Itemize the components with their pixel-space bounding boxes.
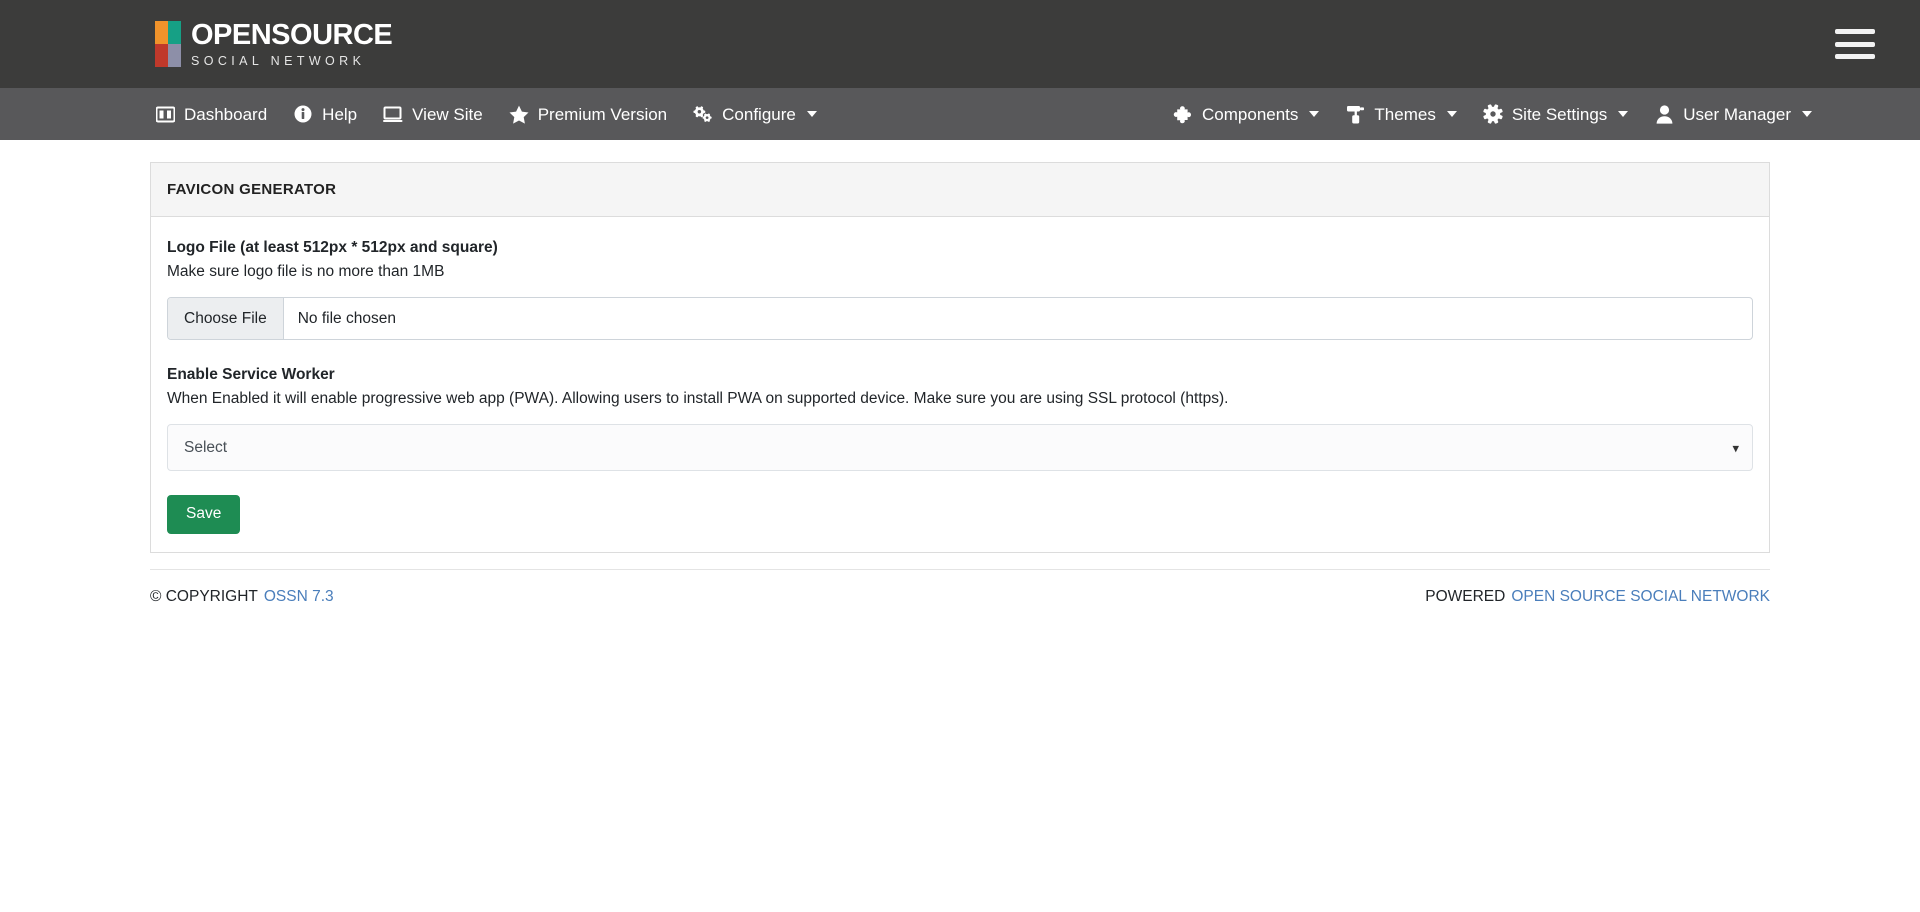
brand-logo[interactable]: OPENSOURCE SOCIAL NETWORK bbox=[155, 18, 393, 68]
ossn-site-link[interactable]: OPEN SOURCE SOCIAL NETWORK bbox=[1511, 588, 1770, 606]
nav-label: Components bbox=[1202, 104, 1299, 124]
columns-icon bbox=[155, 104, 175, 124]
star-icon bbox=[509, 104, 529, 124]
brand-text: OPENSOURCE SOCIAL NETWORK bbox=[191, 18, 393, 68]
service-worker-help: When Enabled it will enable progressive … bbox=[167, 390, 1229, 407]
content-container: FAVICON GENERATOR Logo File (at least 51… bbox=[150, 162, 1770, 606]
logo-square-gray bbox=[168, 44, 181, 67]
copyright-text: © COPYRIGHT bbox=[150, 587, 258, 605]
chevron-down-icon bbox=[806, 111, 817, 117]
paint-roller-icon bbox=[1345, 104, 1365, 124]
nav-label: Help bbox=[322, 104, 358, 124]
chevron-down-icon bbox=[1309, 111, 1320, 117]
nav-item-configure[interactable]: Configure bbox=[693, 104, 817, 124]
nav-label: Site Settings bbox=[1511, 104, 1608, 124]
hamburger-bar bbox=[1835, 29, 1875, 34]
nav-item-components[interactable]: Components bbox=[1173, 104, 1320, 124]
nav-item-help[interactable]: Help bbox=[293, 104, 357, 124]
service-worker-select-wrap: Select ▾ bbox=[167, 424, 1753, 471]
ossn-version-link[interactable]: OSSN 7.3 bbox=[264, 588, 334, 606]
logo-square-red bbox=[155, 44, 168, 67]
service-worker-select[interactable]: Select bbox=[167, 424, 1753, 471]
nav-right-group: Components Themes Site Settings User Man… bbox=[1173, 104, 1812, 124]
page-content: FAVICON GENERATOR Logo File (at least 51… bbox=[0, 140, 1920, 606]
save-button[interactable]: Save bbox=[167, 495, 241, 534]
powered-text: POWERED bbox=[1425, 587, 1506, 605]
nav-label: Premium Version bbox=[537, 104, 668, 124]
nav-item-premium-version[interactable]: Premium Version bbox=[509, 104, 667, 124]
favicon-generator-panel: FAVICON GENERATOR Logo File (at least 51… bbox=[150, 162, 1770, 553]
chevron-down-icon bbox=[1618, 111, 1629, 117]
main-navigation-bar: Dashboard Help View Site Premium Version bbox=[0, 88, 1920, 140]
footer-powered-by: POWERED OPEN SOURCE SOCIAL NETWORK bbox=[1425, 588, 1770, 606]
footer-copyright: © COPYRIGHT OSSN 7.3 bbox=[150, 588, 334, 606]
nav-item-user-manager[interactable]: User Manager bbox=[1654, 104, 1812, 124]
logo-square-teal bbox=[168, 21, 181, 44]
logo-file-help: Make sure logo file is no more than 1MB bbox=[167, 263, 445, 280]
gear-icon bbox=[1483, 104, 1503, 124]
page-footer: © COPYRIGHT OSSN 7.3 POWERED OPEN SOURCE… bbox=[150, 568, 1770, 606]
brand-subtitle: SOCIAL NETWORK bbox=[191, 53, 366, 68]
nav-label: View Site bbox=[412, 104, 483, 124]
service-worker-label: Enable Service Worker bbox=[167, 366, 335, 383]
info-circle-icon bbox=[293, 104, 313, 124]
desktop-icon bbox=[383, 104, 403, 124]
panel-body: Logo File (at least 512px * 512px and sq… bbox=[151, 217, 1769, 552]
user-icon bbox=[1654, 104, 1674, 124]
hamburger-bar bbox=[1835, 41, 1875, 47]
chevron-down-icon bbox=[1802, 111, 1812, 117]
nav-left-group: Dashboard Help View Site Premium Version bbox=[155, 104, 817, 124]
nav-label: Dashboard bbox=[184, 104, 268, 124]
logo-file-label: Logo File (at least 512px * 512px and sq… bbox=[167, 239, 498, 256]
top-brand-bar: OPENSOURCE SOCIAL NETWORK bbox=[0, 0, 1920, 88]
logo-squares-icon bbox=[155, 21, 181, 67]
file-status-text: No file chosen bbox=[297, 309, 396, 327]
hamburger-icon[interactable] bbox=[1835, 29, 1875, 59]
logo-square-orange bbox=[155, 21, 168, 44]
hamburger-bar bbox=[1835, 54, 1875, 59]
nav-label: User Manager bbox=[1683, 104, 1791, 124]
page-title: FAVICON GENERATOR bbox=[151, 163, 1769, 217]
nav-item-view-site[interactable]: View Site bbox=[383, 104, 483, 124]
logo-file-input[interactable]: Choose File No file chosen bbox=[167, 297, 1753, 340]
chevron-down-icon bbox=[1446, 111, 1457, 117]
choose-file-button[interactable]: Choose File bbox=[168, 298, 284, 339]
nav-label: Configure bbox=[722, 104, 796, 124]
nav-item-dashboard[interactable]: Dashboard bbox=[155, 104, 267, 124]
cogs-icon bbox=[693, 104, 713, 124]
nav-label: Themes bbox=[1374, 104, 1436, 124]
nav-item-themes[interactable]: Themes bbox=[1345, 104, 1457, 124]
nav-item-site-settings[interactable]: Site Settings bbox=[1483, 104, 1629, 124]
puzzle-piece-icon bbox=[1173, 104, 1193, 124]
brand-title: OPENSOURCE bbox=[191, 18, 393, 51]
